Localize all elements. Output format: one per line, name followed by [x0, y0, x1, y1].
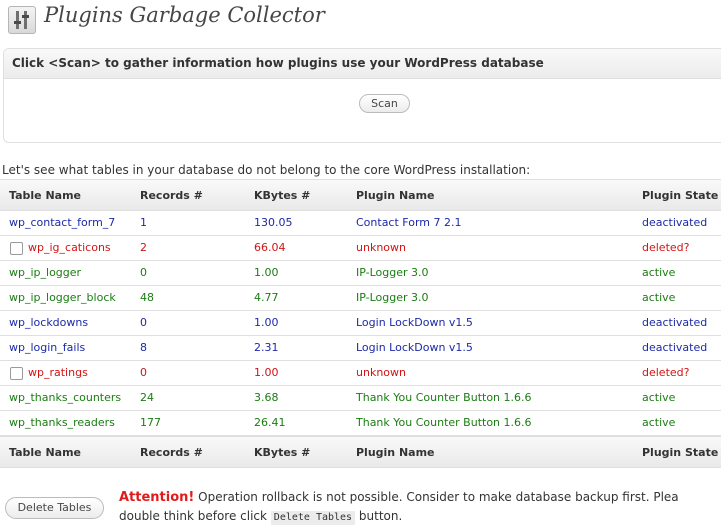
cell-plugin-state: active	[642, 416, 676, 429]
table-row: wp_login_fails 8 2.31 Login LockDown v1.…	[0, 336, 721, 361]
table-row: wp_contact_form_7 1 130.05 Contact Form …	[0, 211, 721, 236]
table-row: wp_thanks_readers 177 26.41 Thank You Co…	[0, 411, 721, 436]
cell-records: 8	[140, 341, 147, 354]
cell-kbytes: 3.68	[254, 391, 279, 404]
table-row: wp_ig_caticons 2 66.04 unknown deleted?	[0, 236, 721, 261]
cell-kbytes: 1.00	[254, 366, 279, 379]
cell-plugin-name: Login LockDown v1.5	[356, 316, 473, 329]
column-header-plugin-name: Plugin Name	[356, 189, 435, 202]
cell-records: 2	[140, 241, 147, 254]
cell-plugin-name: IP-Logger 3.0	[356, 266, 429, 279]
cell-plugin-state: active	[642, 291, 676, 304]
cell-plugin-state: active	[642, 266, 676, 279]
table-footer: Table Name Records # KBytes # Plugin Nam…	[0, 436, 721, 468]
page-header: Plugins Garbage Collector	[0, 0, 721, 40]
tables-list: Table Name Records # KBytes # Plugin Nam…	[0, 179, 721, 469]
cell-records: 0	[140, 366, 147, 379]
column-header-records: Records #	[140, 189, 203, 202]
cell-table-name: wp_ip_logger_block	[9, 291, 116, 304]
cell-plugin-state: deleted?	[642, 366, 690, 379]
cell-plugin-state: active	[642, 391, 676, 404]
scan-panel: Click <Scan> to gather information how p…	[3, 48, 721, 143]
cell-kbytes: 130.05	[254, 216, 293, 229]
attention-label: Attention!	[119, 490, 195, 505]
cell-plugin-state: deactivated	[642, 341, 708, 354]
cell-plugin-state: deleted?	[642, 241, 690, 254]
cell-records: 1	[140, 216, 147, 229]
warning-line-2: double think before click Delete Tables …	[119, 507, 721, 526]
cell-plugin-name: unknown	[356, 366, 406, 379]
cell-table-name: wp_ratings	[28, 366, 88, 379]
cell-table-name: wp_thanks_readers	[9, 416, 115, 429]
cell-plugin-name: Thank You Counter Button 1.6.6	[356, 391, 532, 404]
column-header-table-name: Table Name	[9, 189, 81, 202]
cell-table-name: wp_contact_form_7	[9, 216, 116, 229]
cell-plugin-name: IP-Logger 3.0	[356, 291, 429, 304]
table-row: wp_ip_logger 0 1.00 IP-Logger 3.0 active	[0, 261, 721, 286]
cell-table-name: wp_ig_caticons	[28, 241, 111, 254]
cell-plugin-state: deactivated	[642, 216, 708, 229]
cell-table-name: wp_ip_logger	[9, 266, 82, 279]
column-footer-plugin-name: Plugin Name	[356, 446, 435, 459]
intro-text: Let's see what tables in your database d…	[2, 163, 531, 177]
cell-kbytes: 26.41	[254, 416, 286, 429]
cell-records: 24	[140, 391, 154, 404]
column-footer-records: Records #	[140, 446, 203, 459]
cell-records: 177	[140, 416, 161, 429]
page-title: Plugins Garbage Collector	[44, 3, 325, 27]
table-row: wp_thanks_counters 24 3.68 Thank You Cou…	[0, 386, 721, 411]
row-select-checkbox[interactable]	[10, 242, 23, 255]
cell-kbytes: 1.00	[254, 316, 279, 329]
column-header-plugin-state: Plugin State	[642, 189, 719, 202]
table-row: wp_lockdowns 0 1.00 Login LockDown v1.5 …	[0, 311, 721, 336]
table-row: wp_ratings 0 1.00 unknown deleted?	[0, 361, 721, 386]
cell-table-name: wp_lockdowns	[9, 316, 89, 329]
table-header: Table Name Records # KBytes # Plugin Nam…	[0, 179, 721, 211]
warning-text-start: double think before click	[119, 509, 271, 523]
attention-warning: Attention! Operation rollback is not pos…	[119, 488, 721, 526]
cell-kbytes: 66.04	[254, 241, 286, 254]
cell-plugin-name: unknown	[356, 241, 406, 254]
row-select-checkbox[interactable]	[10, 367, 23, 380]
column-header-kbytes: KBytes #	[254, 189, 311, 202]
scan-button[interactable]: Scan	[359, 94, 410, 113]
scan-instruction: Click <Scan> to gather information how p…	[4, 49, 721, 79]
cell-plugin-name: Contact Form 7 2.1	[356, 216, 462, 229]
cell-kbytes: 1.00	[254, 266, 279, 279]
cell-kbytes: 2.31	[254, 341, 279, 354]
column-footer-kbytes: KBytes #	[254, 446, 311, 459]
cell-plugin-name: Login LockDown v1.5	[356, 341, 473, 354]
warning-text: Operation rollback is not possible. Cons…	[194, 490, 679, 504]
delete-tables-code: Delete Tables	[270, 511, 356, 525]
plugin-settings-icon	[8, 6, 36, 34]
cell-records: 0	[140, 266, 147, 279]
cell-plugin-name: Thank You Counter Button 1.6.6	[356, 416, 532, 429]
cell-plugin-state: deactivated	[642, 316, 708, 329]
warning-text-end: button.	[355, 509, 403, 523]
cell-table-name: wp_thanks_counters	[9, 391, 122, 404]
column-footer-table-name: Table Name	[9, 446, 81, 459]
cell-records: 48	[140, 291, 154, 304]
table-row: wp_ip_logger_block 48 4.77 IP-Logger 3.0…	[0, 286, 721, 311]
warning-line-1: Attention! Operation rollback is not pos…	[119, 488, 721, 507]
delete-tables-button[interactable]: Delete Tables	[5, 497, 104, 519]
cell-kbytes: 4.77	[254, 291, 279, 304]
cell-records: 0	[140, 316, 147, 329]
cell-table-name: wp_login_fails	[9, 341, 86, 354]
column-footer-plugin-state: Plugin State	[642, 446, 719, 459]
